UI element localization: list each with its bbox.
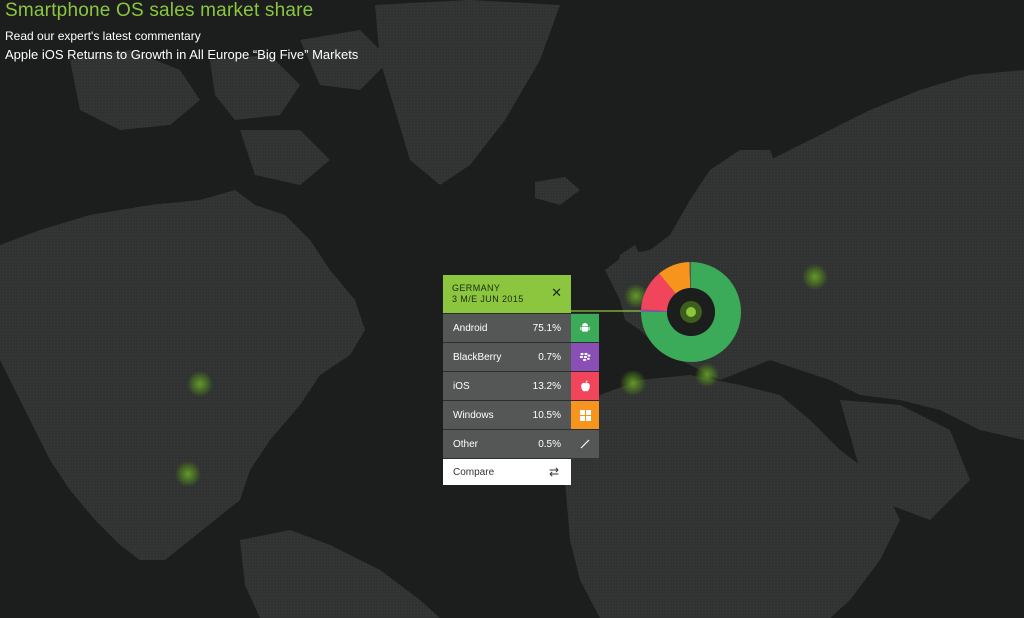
map-hotspot[interactable]: [175, 461, 201, 487]
os-row-ios[interactable]: iOS 13.2%: [443, 371, 599, 400]
android-icon[interactable]: [571, 314, 599, 342]
map-hotspot[interactable]: [695, 363, 719, 387]
os-share: 0.7%: [538, 351, 561, 363]
os-share: 75.1%: [532, 322, 561, 334]
blackberry-icon[interactable]: [571, 343, 599, 371]
windows-icon[interactable]: [571, 401, 599, 429]
os-row-blackberry[interactable]: BlackBerry 0.7%: [443, 342, 599, 371]
page-title: Smartphone OS sales market share: [5, 0, 314, 21]
market-share-donut: [641, 262, 741, 362]
os-name: Windows: [453, 409, 494, 421]
os-row-windows[interactable]: Windows 10.5%: [443, 400, 599, 429]
apple-icon[interactable]: [571, 372, 599, 400]
period-label: 3 M/E JUN 2015: [452, 294, 524, 304]
map-hotspot[interactable]: [187, 371, 213, 397]
map-hotspot[interactable]: [620, 370, 646, 396]
os-name: Android: [453, 322, 488, 334]
map-hotspot[interactable]: [802, 264, 828, 290]
os-name: iOS: [453, 380, 470, 392]
other-icon[interactable]: [571, 430, 599, 458]
compare-label: Compare: [453, 466, 495, 478]
swap-arrows-icon: ⇄: [548, 465, 559, 479]
os-row-android[interactable]: Android 75.1%: [443, 313, 599, 342]
os-share: 10.5%: [532, 409, 561, 421]
country-panel: GERMANY 3 M/E JUN 2015 ✕ Android 75.1% B…: [443, 275, 599, 485]
panel-header: GERMANY 3 M/E JUN 2015 ✕: [443, 275, 571, 313]
os-name: BlackBerry: [453, 351, 502, 363]
os-share: 0.5%: [538, 438, 561, 450]
compare-button[interactable]: Compare ⇄: [443, 458, 571, 485]
commentary-link[interactable]: Read our expert's latest commentary: [5, 29, 358, 43]
page-header: Smartphone OS sales market share Read ou…: [5, 0, 358, 63]
os-row-other[interactable]: Other 0.5%: [443, 429, 599, 458]
close-icon[interactable]: ✕: [551, 286, 562, 299]
os-share: 13.2%: [532, 380, 561, 392]
country-name: GERMANY: [452, 283, 501, 293]
os-name: Other: [453, 438, 479, 450]
headline-link[interactable]: Apple iOS Returns to Growth in All Europ…: [5, 47, 358, 63]
